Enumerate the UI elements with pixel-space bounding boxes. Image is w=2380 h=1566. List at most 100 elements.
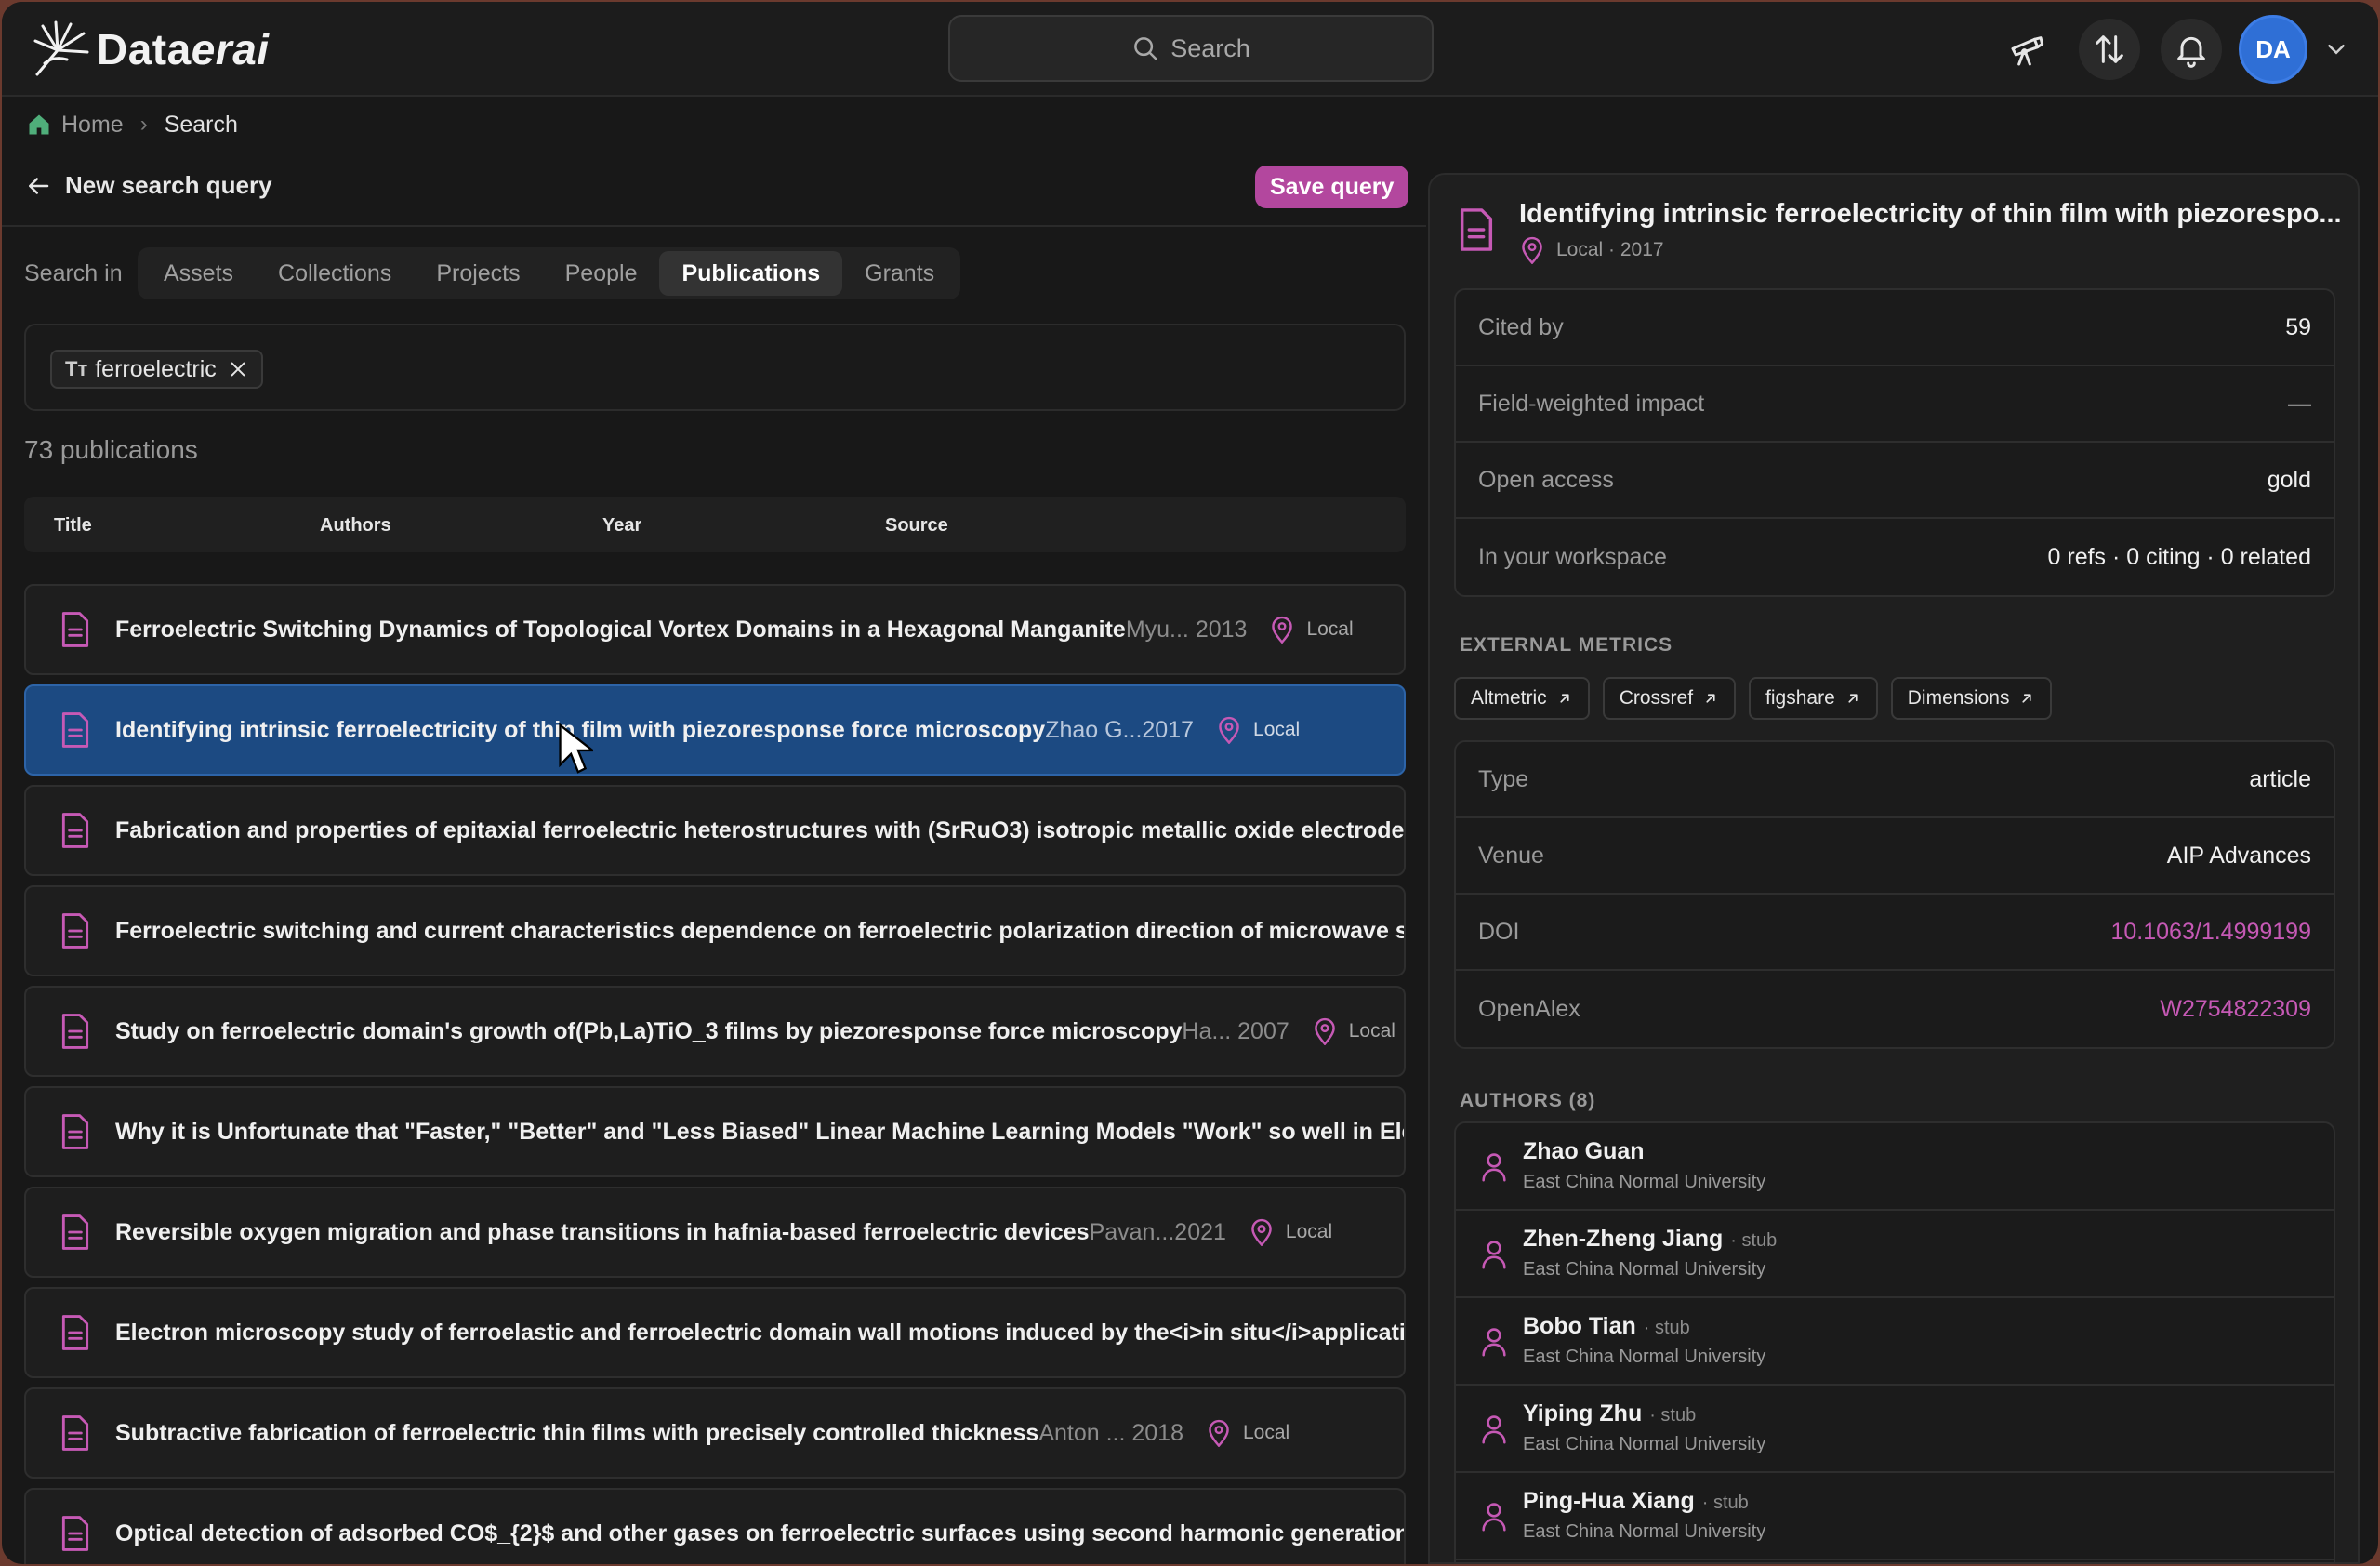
detail-subtitle: Local · 2017: [1519, 236, 1664, 264]
location-pin-icon: [1219, 716, 1239, 744]
row-source-label: Local: [1348, 1020, 1395, 1042]
document-icon: [61, 712, 89, 748]
search-in-tabs: Assets Collections Projects People Publi…: [138, 247, 961, 299]
document-icon: [61, 1214, 89, 1250]
info-row: Type article: [1456, 742, 2334, 818]
info-row: OpenAlex W2754822309: [1456, 971, 2334, 1047]
table-row[interactable]: Subtractive fabrication of ferroelectric…: [24, 1387, 1406, 1479]
row-authors-year: Myu... 2013: [1125, 616, 1248, 643]
external-metric-dimensions-button[interactable]: Dimensions: [1890, 677, 2053, 720]
tab-grants[interactable]: Grants: [842, 251, 957, 296]
info-row: Venue AIP Advances: [1456, 818, 2334, 895]
table-row[interactable]: Study on ferroelectric domain's growth o…: [24, 986, 1406, 1077]
stat-value: 0 refs · 0 citing · 0 related: [2047, 543, 2311, 570]
stat-row: Cited by 59: [1456, 290, 2334, 366]
search-placeholder: Search: [1170, 33, 1250, 62]
person-icon: [1482, 1415, 1506, 1444]
document-icon: [61, 1114, 89, 1149]
location-pin-icon: [1251, 1218, 1272, 1246]
author-name: Zhen-Zheng Jiang · stub: [1523, 1226, 1778, 1252]
back-new-query[interactable]: New search query: [24, 171, 272, 200]
global-search[interactable]: Search: [948, 15, 1434, 82]
tab-collections[interactable]: Collections: [256, 251, 414, 296]
author-item[interactable]: Zhao Guan East China Normal University: [1456, 1123, 2334, 1211]
stat-row: In your workspace 0 refs · 0 citing · 0 r…: [1456, 519, 2334, 595]
table-row[interactable]: Fabrication and properties of epitaxial …: [24, 785, 1406, 876]
author-stub-badge: · stub: [1701, 1493, 1749, 1513]
info-row: DOI 10.1063/1.4999199: [1456, 895, 2334, 971]
row-source: Local: [1249, 1218, 1332, 1246]
author-name: Ping-Hua Xiang · stub: [1523, 1488, 1749, 1514]
telescope-button[interactable]: [2003, 26, 2051, 74]
table-row[interactable]: Ferroelectric Switching Dynamics of Topo…: [24, 584, 1406, 675]
location-pin-icon: [1272, 616, 1293, 644]
app-window: Dataerai Search DA Home › Search New sea…: [2, 2, 2378, 1564]
author-item[interactable]: Ping-Hua Xiang · stub East China Normal Un…: [1456, 1473, 2334, 1560]
save-query-button[interactable]: Save query: [1255, 166, 1409, 208]
external-metric-altmetric-button[interactable]: Altmetric: [1454, 677, 1590, 720]
info-value: article: [2249, 765, 2311, 792]
filter-chip-label: ferroelectric: [95, 355, 217, 382]
table-row[interactable]: Ferroelectric switching and current char…: [24, 885, 1406, 976]
stat-row: Field-weighted impact —: [1456, 366, 2334, 443]
user-avatar[interactable]: DA: [2239, 15, 2307, 84]
row-title: Fabrication and properties of epitaxial …: [115, 816, 1406, 843]
doi-link[interactable]: 10.1063/1.4999199: [2111, 919, 2312, 946]
openalex-link[interactable]: W2754822309: [2160, 996, 2311, 1023]
row-authors-year: Pavan...2021: [1089, 1218, 1226, 1245]
logo-burst-icon: [33, 20, 89, 76]
tab-people[interactable]: People: [543, 251, 660, 296]
row-source-label: Local: [1253, 719, 1301, 740]
document-icon: [61, 1315, 89, 1350]
row-source-label: Local: [1285, 1221, 1333, 1242]
table-row[interactable]: Electron microscopy study of ferroelasti…: [24, 1287, 1406, 1378]
filter-input-box[interactable]: Tт ferroelectric: [24, 324, 1406, 411]
external-metric-figshare-button[interactable]: figshare: [1749, 677, 1878, 720]
close-icon[interactable]: [228, 359, 248, 379]
document-icon: [61, 813, 89, 848]
author-item[interactable]: Zhen-Zheng Jiang · stub East China Normal …: [1456, 1211, 2334, 1298]
column-year[interactable]: Year: [602, 515, 641, 537]
filter-chip[interactable]: Tт ferroelectric: [50, 350, 263, 389]
location-pin-icon: [1209, 1419, 1229, 1447]
publication-info: Type article Venue AIP Advances DOI 10.1063…: [1454, 740, 2335, 1049]
breadcrumb-home[interactable]: Home: [26, 112, 124, 139]
search-icon: [1134, 37, 1157, 60]
sync-button[interactable]: [2079, 19, 2140, 80]
notifications-button[interactable]: [2161, 19, 2222, 80]
table-row[interactable]: Reversible oxygen migration and phase tr…: [24, 1187, 1406, 1278]
row-authors-year: Anton ... 2018: [1038, 1419, 1183, 1446]
row-title: Ferroelectric switching and current char…: [115, 917, 1406, 944]
app-logo[interactable]: Dataerai: [30, 17, 270, 82]
row-source: Local: [1216, 716, 1300, 744]
info-label: DOI: [1478, 918, 1520, 945]
author-stub-badge: · stub: [1643, 1318, 1690, 1338]
document-icon: [61, 913, 89, 949]
authors-list: Zhao Guan East China Normal University Zhe…: [1454, 1121, 2335, 1564]
tab-assets[interactable]: Assets: [141, 251, 256, 296]
chevron-down-icon[interactable]: [2322, 35, 2350, 63]
author-stub-badge: · stub: [1730, 1230, 1778, 1251]
citation-stats: Cited by 59 Field-weighted impact — Open a…: [1454, 288, 2335, 597]
table-row[interactable]: Optical detection of adsorbed CO$_{2}$ a…: [24, 1488, 1406, 1564]
stat-label: Open access: [1478, 466, 1614, 493]
external-metric-crossref-button[interactable]: Crossref: [1602, 677, 1737, 720]
search-panel: New search query Save query Search in As…: [2, 151, 1426, 1564]
column-authors[interactable]: Authors: [320, 515, 391, 537]
author-item[interactable]: Yiping Zhu · stub East China Normal Univer…: [1456, 1386, 2334, 1473]
tab-projects[interactable]: Projects: [414, 251, 542, 296]
table-row[interactable]: Identifying intrinsic ferroelectricity o…: [24, 684, 1406, 776]
author-name: Zhao Guan: [1523, 1138, 1645, 1164]
row-title: Optical detection of adsorbed CO$_{2}$ a…: [115, 1520, 1406, 1546]
table-row[interactable]: Why it is Unfortunate that "Faster," "Be…: [24, 1086, 1406, 1177]
row-title: Subtractive fabrication of ferroelectric…: [115, 1419, 1039, 1446]
location-pin-icon: [1314, 1017, 1335, 1045]
breadcrumb-separator: ›: [139, 112, 148, 137]
person-icon: [1482, 1153, 1506, 1182]
column-title[interactable]: Title: [54, 515, 92, 537]
tab-publications[interactable]: Publications: [659, 251, 843, 296]
author-item[interactable]: Bobo Tian · stub East China Normal Univers…: [1456, 1298, 2334, 1386]
row-title: Why it is Unfortunate that "Faster," "Be…: [115, 1118, 1406, 1145]
info-label: Venue: [1478, 842, 1544, 869]
column-source[interactable]: Source: [885, 515, 948, 537]
